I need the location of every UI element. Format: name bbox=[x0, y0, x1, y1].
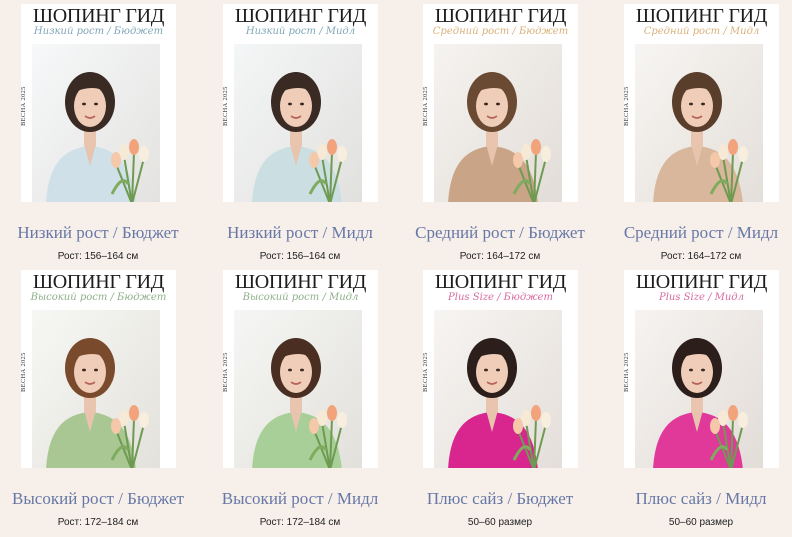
guide-card[interactable]: ШОПИНГ ГИД Высокий рост / Бюджет ВЕСНА 2… bbox=[0, 266, 196, 532]
guide-card[interactable]: ШОПИНГ ГИД Средний рост / Бюджет ВЕСНА 2… bbox=[402, 0, 598, 266]
cover-brand: ШОПИНГ ГИД bbox=[234, 271, 367, 293]
portrait-illustration bbox=[32, 310, 160, 468]
cover-photo bbox=[32, 310, 160, 468]
cover-brand: ШОПИНГ ГИД bbox=[635, 271, 768, 293]
cover-subtitle: Средний рост / Бюджет bbox=[432, 26, 569, 37]
cover-brand: ШОПИНГ ГИД bbox=[434, 5, 567, 27]
cover-subtitle: Высокий рост / Бюджет bbox=[30, 292, 167, 303]
portrait-illustration bbox=[32, 44, 160, 202]
cover-season: ВЕСНА 2025 bbox=[423, 86, 429, 126]
guide-grid: ШОПИНГ ГИД Низкий рост / Бюджет ВЕСНА 20… bbox=[0, 0, 792, 537]
guide-card[interactable]: ШОПИНГ ГИД Plus Size / Мидл ВЕСНА 2025 П… bbox=[603, 266, 792, 532]
magazine-cover[interactable]: ШОПИНГ ГИД Средний рост / Бюджет ВЕСНА 2… bbox=[423, 4, 578, 202]
cover-brand: ШОПИНГ ГИД bbox=[434, 271, 567, 293]
cover-subtitle: Plus Size / Бюджет bbox=[448, 292, 553, 303]
cover-photo bbox=[434, 44, 562, 202]
cover-season: ВЕСНА 2025 bbox=[21, 352, 27, 392]
cover-brand: ШОПИНГ ГИД bbox=[234, 5, 367, 27]
card-caption: Рост: 172–184 см bbox=[57, 517, 139, 528]
cover-season: ВЕСНА 2025 bbox=[624, 352, 630, 392]
cover-season: ВЕСНА 2025 bbox=[624, 86, 630, 126]
card-caption: Рост: 164–172 см bbox=[459, 251, 541, 262]
guide-card[interactable]: ШОПИНГ ГИД Высокий рост / Мидл ВЕСНА 202… bbox=[202, 266, 398, 532]
portrait-illustration bbox=[635, 44, 763, 202]
magazine-cover[interactable]: ШОПИНГ ГИД Высокий рост / Бюджет ВЕСНА 2… bbox=[21, 270, 176, 468]
cover-season: ВЕСНА 2025 bbox=[423, 352, 429, 392]
magazine-cover[interactable]: ШОПИНГ ГИД Средний рост / Мидл ВЕСНА 202… bbox=[624, 4, 779, 202]
card-title[interactable]: Низкий рост / Мидл bbox=[202, 223, 398, 243]
cover-subtitle: Средний рост / Мидл bbox=[643, 26, 760, 37]
magazine-cover[interactable]: ШОПИНГ ГИД Plus Size / Бюджет ВЕСНА 2025 bbox=[423, 270, 578, 468]
guide-card[interactable]: ШОПИНГ ГИД Низкий рост / Мидл ВЕСНА 2025 bbox=[202, 0, 398, 266]
cover-subtitle: Низкий рост / Мидл bbox=[245, 26, 356, 37]
cover-photo bbox=[635, 310, 763, 468]
card-title[interactable]: Низкий рост / Бюджет bbox=[0, 223, 196, 243]
magazine-cover[interactable]: ШОПИНГ ГИД Низкий рост / Бюджет ВЕСНА 20… bbox=[21, 4, 176, 202]
cover-brand: ШОПИНГ ГИД bbox=[635, 5, 768, 27]
cover-photo bbox=[635, 44, 763, 202]
magazine-cover[interactable]: ШОПИНГ ГИД Высокий рост / Мидл ВЕСНА 202… bbox=[223, 270, 378, 468]
magazine-cover[interactable]: ШОПИНГ ГИД Plus Size / Мидл ВЕСНА 2025 bbox=[624, 270, 779, 468]
card-caption: Рост: 172–184 см bbox=[259, 517, 341, 528]
card-caption: Рост: 156–164 см bbox=[259, 251, 341, 262]
cover-season: ВЕСНА 2025 bbox=[223, 86, 229, 126]
portrait-illustration bbox=[635, 310, 763, 468]
magazine-cover[interactable]: ШОПИНГ ГИД Низкий рост / Мидл ВЕСНА 2025 bbox=[223, 4, 378, 202]
guide-card[interactable]: ШОПИНГ ГИД Низкий рост / Бюджет ВЕСНА 20… bbox=[0, 0, 196, 266]
cover-season: ВЕСНА 2025 bbox=[223, 352, 229, 392]
card-title[interactable]: Высокий рост / Бюджет bbox=[0, 489, 196, 509]
cover-subtitle: Низкий рост / Бюджет bbox=[33, 26, 164, 37]
card-title[interactable]: Плюс сайз / Мидл bbox=[603, 489, 792, 509]
cover-season: ВЕСНА 2025 bbox=[21, 86, 27, 126]
card-caption: 50–60 размер bbox=[668, 517, 734, 528]
card-caption: Рост: 156–164 см bbox=[57, 251, 139, 262]
card-caption: 50–60 размер bbox=[467, 517, 533, 528]
portrait-illustration bbox=[234, 44, 362, 202]
cover-photo bbox=[32, 44, 160, 202]
cover-photo bbox=[234, 310, 362, 468]
card-title[interactable]: Средний рост / Бюджет bbox=[402, 223, 598, 243]
card-title[interactable]: Высокий рост / Мидл bbox=[202, 489, 398, 509]
portrait-illustration bbox=[234, 310, 362, 468]
portrait-illustration bbox=[434, 44, 562, 202]
card-title[interactable]: Средний рост / Мидл bbox=[603, 223, 792, 243]
cover-photo bbox=[234, 44, 362, 202]
cover-brand: ШОПИНГ ГИД bbox=[32, 5, 165, 27]
card-title[interactable]: Плюс сайз / Бюджет bbox=[402, 489, 598, 509]
cover-brand: ШОПИНГ ГИД bbox=[32, 271, 165, 293]
cover-subtitle: Plus Size / Мидл bbox=[658, 292, 745, 303]
cover-photo bbox=[434, 310, 562, 468]
guide-card[interactable]: ШОПИНГ ГИД Средний рост / Мидл ВЕСНА 202… bbox=[603, 0, 792, 266]
card-caption: Рост: 164–172 см bbox=[660, 251, 742, 262]
guide-card[interactable]: ШОПИНГ ГИД Plus Size / Бюджет ВЕСНА 2025 bbox=[402, 266, 598, 532]
cover-subtitle: Высокий рост / Мидл bbox=[242, 292, 359, 303]
portrait-illustration bbox=[434, 310, 562, 468]
